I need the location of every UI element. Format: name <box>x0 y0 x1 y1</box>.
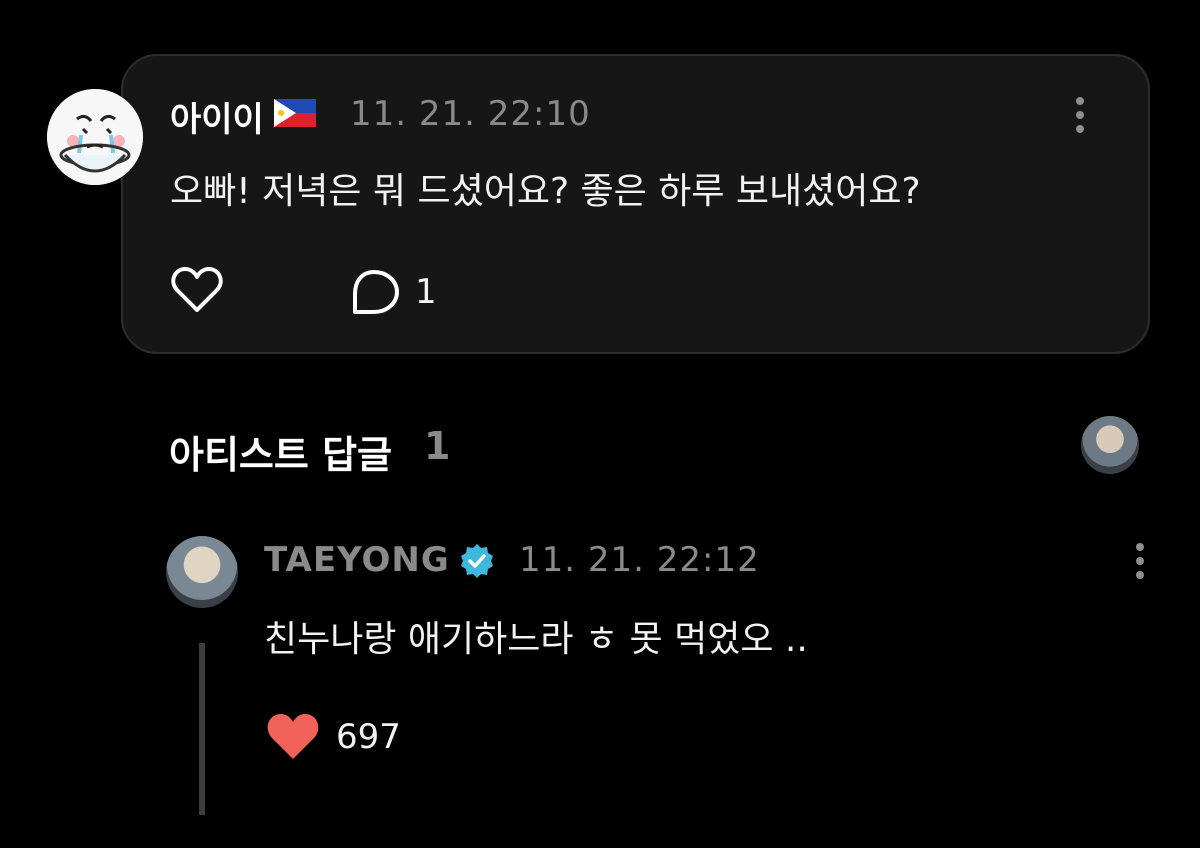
artist-name[interactable]: TAEYONG <box>264 540 450 580</box>
artist-replies-title: 아티스트 답글 <box>169 433 392 477</box>
reply-more-icon[interactable] <box>1136 543 1144 583</box>
reply-count[interactable]: 1 <box>415 272 437 312</box>
reply-text: 친누나랑 애기하느라 ㅎ 못 먹었오 .. <box>264 619 808 660</box>
comment-timestamp: 11. 21. 22:10 <box>350 94 591 134</box>
comment-text: 오빠! 저녁은 뭐 드셨어요? 좋은 하루 보내셨어요? <box>170 171 921 212</box>
like-heart-filled-icon[interactable] <box>266 712 320 762</box>
philippines-flag-icon <box>274 99 316 127</box>
like-count: 697 <box>336 717 401 757</box>
reply-timestamp: 11. 21. 22:12 <box>519 540 760 580</box>
verified-badge-icon <box>461 544 493 578</box>
commenter-name[interactable]: 아이이 <box>170 92 264 141</box>
crying-face-icon <box>47 89 143 185</box>
artist-avatar[interactable] <box>166 536 238 608</box>
artist-avatar-small[interactable] <box>1081 416 1139 474</box>
thread-line <box>199 643 205 815</box>
comment-more-icon[interactable] <box>1076 97 1084 137</box>
artist-replies-count: 1 <box>424 424 451 468</box>
like-heart-outline-icon[interactable] <box>171 267 223 313</box>
reply-bubble-icon[interactable] <box>347 268 401 318</box>
commenter-avatar[interactable] <box>47 89 143 185</box>
